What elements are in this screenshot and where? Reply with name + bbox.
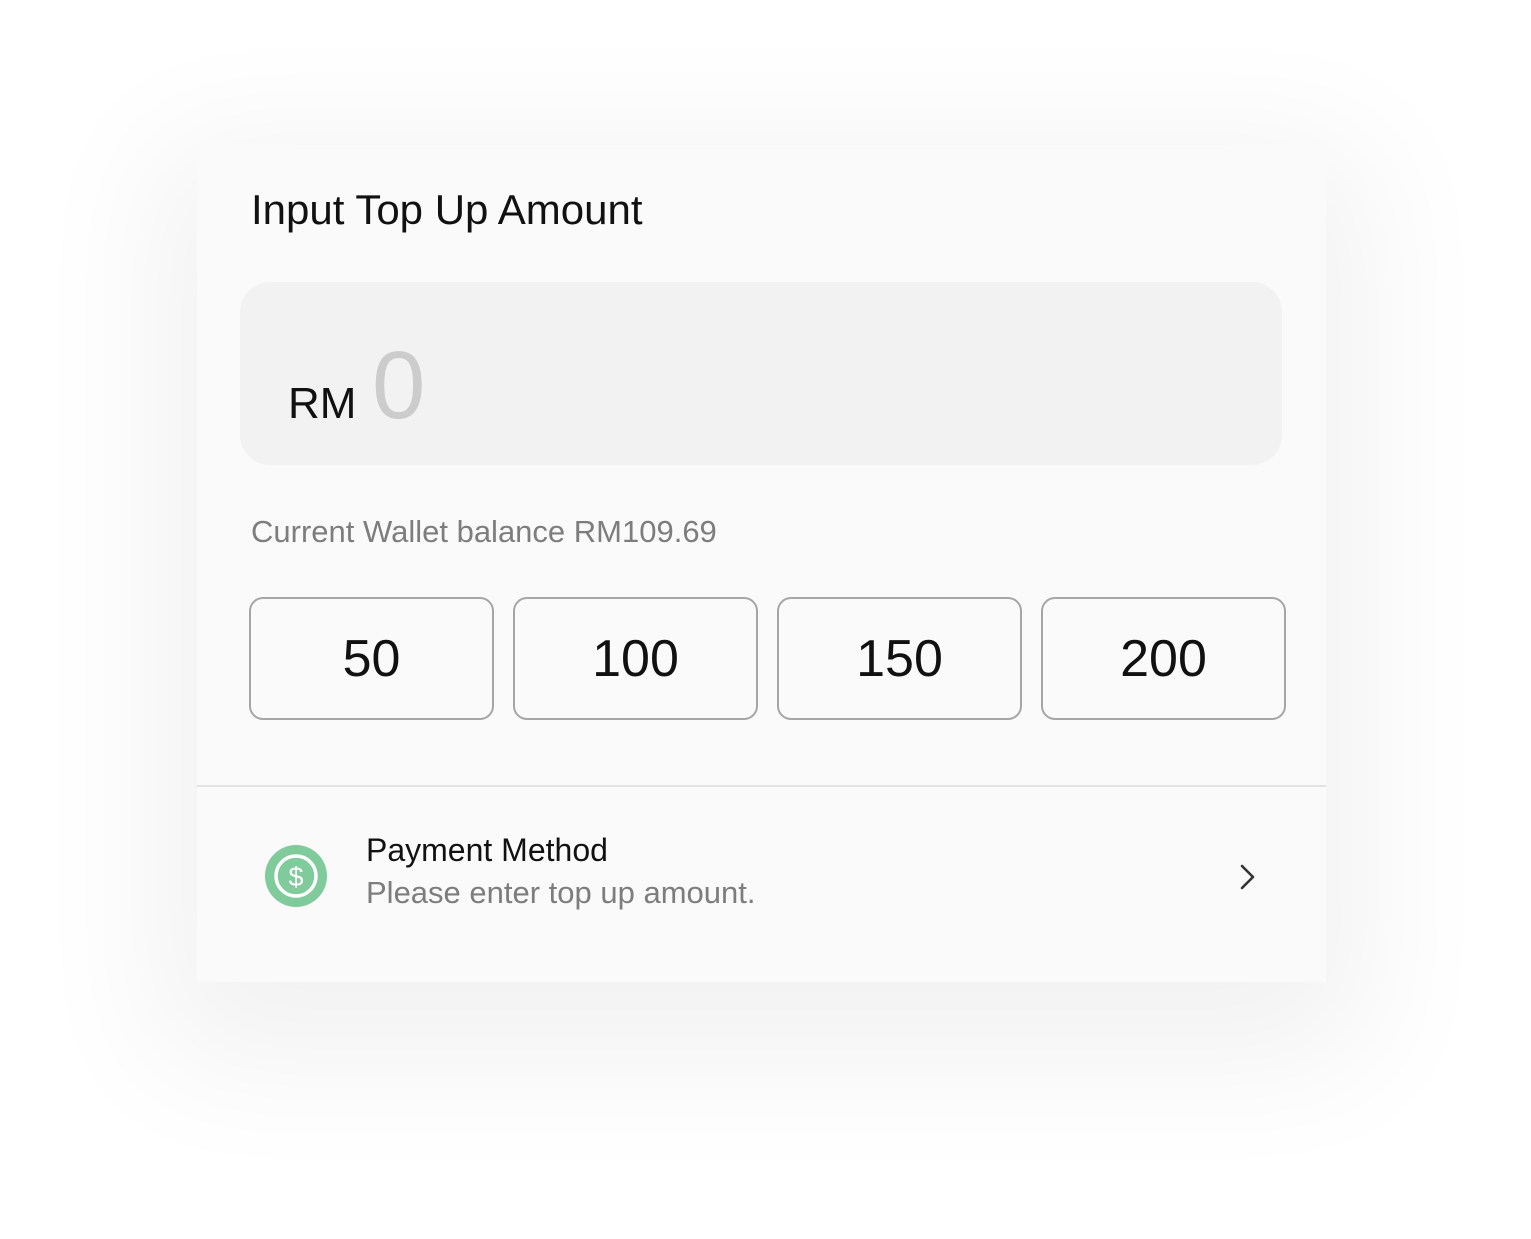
payment-method-title: Payment Method bbox=[366, 832, 608, 868]
currency-label: RM bbox=[288, 379, 357, 428]
amount-input-field[interactable]: RM 0 bbox=[240, 282, 1282, 465]
amount-value[interactable]: 0 bbox=[372, 338, 425, 434]
dollar-coin-icon: $ bbox=[265, 845, 327, 907]
preset-amount-button[interactable]: 150 bbox=[777, 597, 1022, 720]
page-title: Input Top Up Amount bbox=[251, 186, 643, 233]
chevron-right-icon[interactable] bbox=[1237, 863, 1257, 891]
top-up-card: Input Top Up Amount RM 0 Current Wallet … bbox=[197, 145, 1326, 982]
svg-text:$: $ bbox=[288, 862, 303, 892]
payment-method-subtitle: Please enter top up amount. bbox=[366, 875, 756, 910]
payment-method-row[interactable]: $ Payment Method Please enter top up amo… bbox=[197, 787, 1326, 982]
preset-amount-button[interactable]: 100 bbox=[513, 597, 758, 720]
preset-amount-button[interactable]: 50 bbox=[249, 597, 494, 720]
preset-amount-group: 50 100 150 200 bbox=[249, 597, 1286, 720]
wallet-balance-text: Current Wallet balance RM109.69 bbox=[251, 514, 717, 549]
preset-amount-button[interactable]: 200 bbox=[1041, 597, 1286, 720]
